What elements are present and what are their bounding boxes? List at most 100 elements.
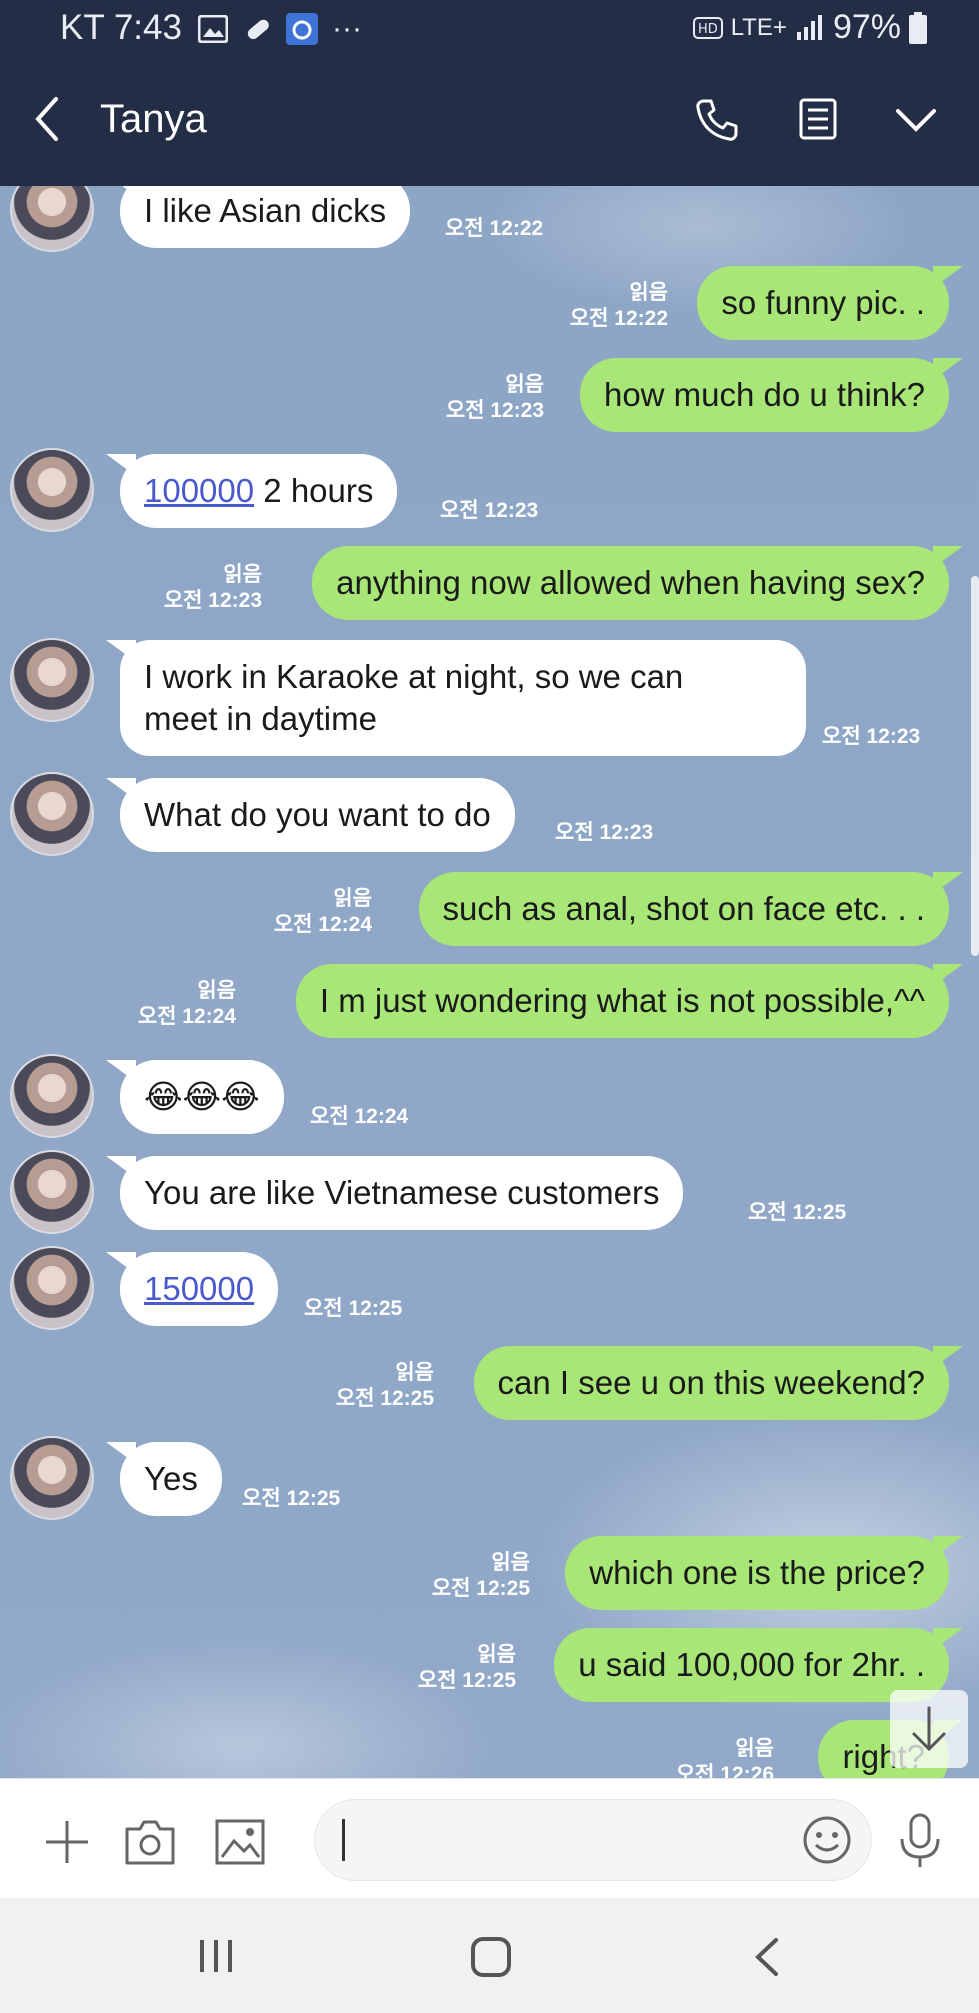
incoming-message-bubble[interactable]: 😂😂😂 [106, 1060, 284, 1134]
read-receipt: 읽음 [223, 563, 262, 586]
message-time: 오전 12:23 [445, 399, 544, 422]
outgoing-message-bubble[interactable]: such as anal, shot on face etc. . . [418, 872, 964, 946]
message-read-time: 읽음오전 12:24 [244, 886, 372, 938]
status-carrier-time: KT 7:43 [60, 8, 182, 47]
read-receipt: 읽음 [395, 1361, 434, 1384]
recent-apps-icon[interactable] [196, 1936, 236, 1976]
outgoing-message-bubble[interactable]: can I see u on this weekend? [473, 1346, 964, 1420]
incoming-message-bubble[interactable]: 150000 [105, 1252, 279, 1326]
scroll-to-bottom-button[interactable] [890, 1690, 968, 1768]
contact-avatar[interactable] [10, 448, 94, 532]
message-text: how much do u think? [603, 376, 925, 413]
message-text: such as anal, shot on face etc. . . [442, 890, 925, 927]
contact-avatar[interactable] [10, 1054, 94, 1138]
message-text: What do you want to do [144, 796, 491, 833]
message-time: 오전 12:24 [273, 913, 372, 936]
message-time: 오전 12:23 [163, 589, 262, 612]
outgoing-message-bubble[interactable]: so funny pic. . [697, 266, 963, 340]
chat-header: Tanya [0, 57, 979, 186]
read-receipt: 읽음 [491, 1551, 530, 1574]
message-time: 오전 12:25 [304, 1297, 403, 1320]
message-text: which one is the price? [589, 1554, 925, 1591]
chat-title: Tanya [100, 97, 207, 141]
outgoing-message-bubble[interactable]: I m just wondering what is not possible,… [295, 964, 964, 1038]
message-time: 오전 12:25 [748, 1201, 847, 1224]
read-receipt: 읽음 [505, 373, 544, 396]
chat-scrollbar[interactable] [971, 576, 979, 956]
message-time: 오전 12:22 [445, 217, 544, 240]
notes-icon[interactable] [796, 97, 840, 141]
back-arrow-icon[interactable] [28, 95, 68, 143]
incoming-message-bubble[interactable]: I work in Karaoke at night, so we can mee… [106, 640, 806, 756]
message-time: 오전 12:25 [431, 1577, 530, 1600]
message-text: I m just wondering what is not possible,… [319, 982, 925, 1019]
read-receipt: 읽음 [333, 887, 372, 910]
message-read-time: 읽음오전 12:24 [108, 978, 236, 1030]
back-icon[interactable] [752, 1936, 782, 1978]
message-time: 오전 12:25 [417, 1669, 516, 1692]
message-input[interactable] [314, 1799, 872, 1881]
message-time: 오전 12:23 [555, 821, 654, 844]
status-bar: KT 7:43 ··· HD LTE+ 97% [0, 0, 979, 57]
contact-avatar[interactable] [10, 1436, 94, 1520]
message-time: 오전 12:23 [440, 499, 539, 522]
message-read-time: 읽음오전 12:23 [416, 372, 544, 424]
message-read-time: 읽음오전 12:25 [306, 1360, 434, 1412]
message-text: I like Asian dicks [144, 192, 387, 229]
plus-icon[interactable] [42, 1817, 92, 1867]
message-text: can I see u on this weekend? [497, 1364, 925, 1401]
more-notifications-icon: ··· [332, 12, 362, 45]
system-navigation-bar [0, 1898, 979, 2013]
phone-call-icon[interactable] [694, 97, 740, 143]
message-text: I work in Karaoke at night, so we can [144, 658, 684, 695]
home-icon[interactable] [470, 1936, 512, 1978]
camera-icon[interactable] [124, 1817, 176, 1867]
message-text: u said 100,000 for 2hr. . [578, 1646, 925, 1683]
read-receipt: 읽음 [629, 281, 668, 304]
message-time: 오전 12:25 [242, 1487, 341, 1510]
outgoing-message-bubble[interactable]: how much do u think? [579, 358, 964, 432]
gallery-notification-icon [198, 15, 228, 43]
message-time: 오전 12:24 [137, 1005, 236, 1028]
emoji-message: 😂😂😂 [144, 1078, 260, 1115]
arrow-down-icon [912, 1706, 946, 1752]
outgoing-message-bubble[interactable]: which one is the price? [565, 1536, 963, 1610]
message-time: 오전 12:22 [569, 307, 668, 330]
signal-icon [796, 14, 822, 40]
hd-voice-icon: HD [692, 16, 723, 39]
price-link[interactable]: 100000 [144, 472, 254, 509]
incoming-message-bubble[interactable]: You are like Vietnamese customers [105, 1156, 684, 1230]
svg-text:HD: HD [698, 22, 718, 37]
text-cursor [342, 1819, 345, 1861]
message-read-time: 읽음오전 12:25 [402, 1550, 530, 1602]
message-time: 오전 12:24 [310, 1105, 409, 1128]
microphone-icon[interactable] [898, 1813, 942, 1869]
message-text: Yes [144, 1460, 198, 1497]
app-notification-icon [286, 13, 318, 45]
read-receipt: 읽음 [477, 1643, 516, 1666]
chevron-down-icon[interactable] [894, 107, 938, 135]
emoji-icon[interactable] [802, 1815, 852, 1865]
network-type: LTE+ [730, 13, 787, 41]
incoming-message-bubble[interactable]: I like Asian dicks [105, 186, 411, 248]
price-link[interactable]: 150000 [144, 1270, 254, 1307]
battery-icon [909, 11, 927, 44]
read-receipt: 읽음 [197, 979, 236, 1002]
image-gallery-icon[interactable] [214, 1817, 266, 1867]
incoming-message-bubble[interactable]: Yes [106, 1442, 222, 1516]
incoming-message-bubble[interactable]: What do you want to do [106, 778, 515, 852]
contact-avatar[interactable] [10, 772, 94, 856]
message-text: so funny pic. . [721, 284, 925, 321]
message-read-time: 읽음오전 12:25 [388, 1642, 516, 1694]
message-time: 오전 12:25 [335, 1387, 434, 1410]
contact-avatar[interactable] [10, 638, 94, 722]
outgoing-message-bubble[interactable]: anything now allowed when having sex? [312, 546, 963, 620]
contact-avatar[interactable] [10, 1150, 94, 1234]
contact-avatar[interactable] [10, 186, 94, 252]
read-receipt: 읽음 [735, 1737, 774, 1760]
pill-notification-icon [247, 19, 269, 40]
chat-message-list[interactable]: I like Asian dicks 오전 12:22 읽음 오전 12:22 s… [0, 186, 979, 1778]
contact-avatar[interactable] [10, 1246, 94, 1330]
incoming-message-bubble[interactable]: 100000 2 hours [105, 454, 398, 528]
message-text: You are like Vietnamese customers [144, 1174, 660, 1211]
